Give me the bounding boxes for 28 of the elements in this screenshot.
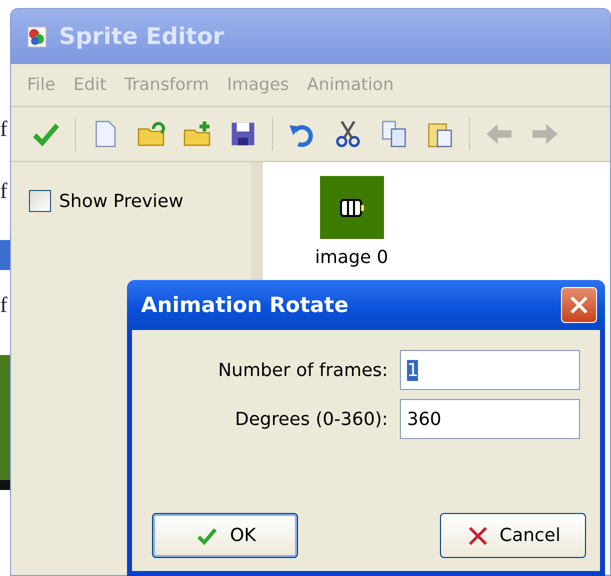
folder-plus-icon [182,119,212,149]
menu-item[interactable]: Edit [73,75,106,95]
copy-icon [379,119,409,149]
scissors-icon [333,119,363,149]
background-strip [0,240,10,270]
close-icon [568,294,590,316]
field-label: Degrees (0-360): [234,408,388,430]
menu-item[interactable]: Animation [307,75,394,95]
folder-arrow-icon [136,119,166,149]
sprite-thumbnail[interactable] [320,176,384,239]
checkbox[interactable] [29,190,51,212]
field-label: Number of frames: [218,360,388,380]
menu-item[interactable]: Images [226,75,290,95]
input-field[interactable]: 360 [400,399,580,439]
background-text: f [0,116,8,142]
checkbox-label: Show Preview [59,190,184,212]
window-title: Sprite Editor [59,24,224,50]
close-button[interactable] [561,287,597,323]
background-text: f [0,178,8,204]
app-icon [25,24,49,50]
image-label: image 0 [315,247,388,268]
cancel-button[interactable]: Cancel [440,513,586,558]
input-field[interactable]: 1 [400,350,580,390]
dialog-title: Animation Rotate [141,293,348,317]
menu-item[interactable]: File [27,75,56,95]
background-text: f [0,292,8,318]
menu-item[interactable]: Transform [124,75,209,95]
ok-button[interactable]: OK [152,513,298,558]
